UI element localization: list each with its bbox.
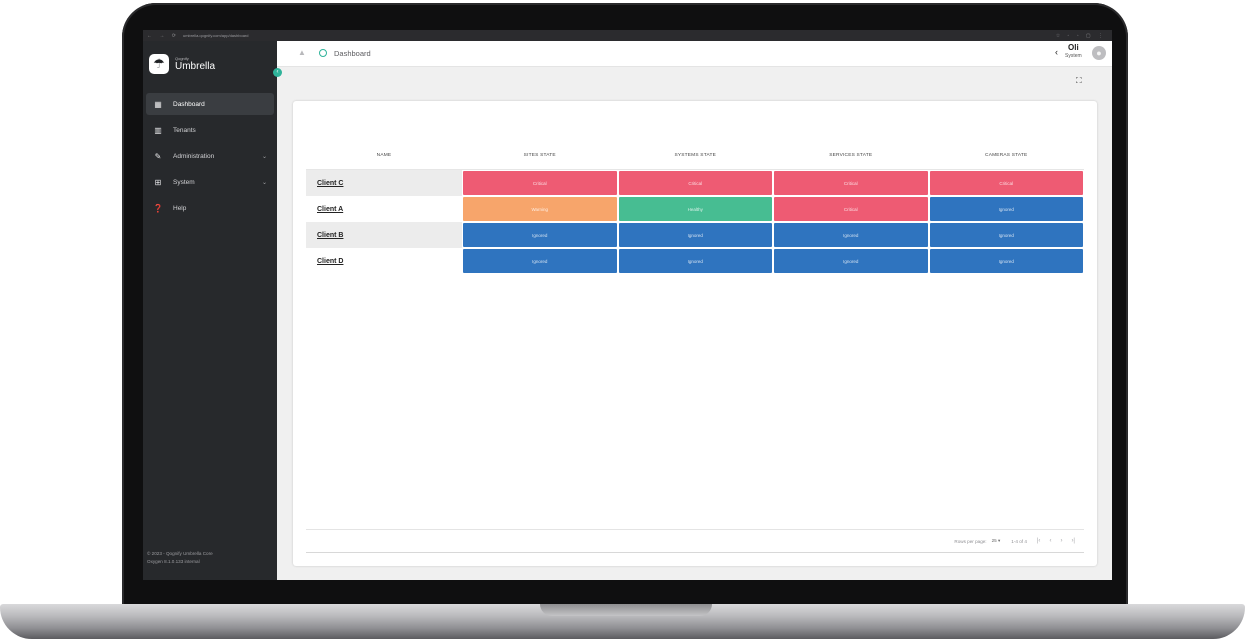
table-row[interactable]: Client B Ignored Ignored Ignored Ignored: [306, 222, 1084, 248]
brand-product: Umbrella: [175, 60, 216, 72]
sidebar-item-dashboard[interactable]: ▦ Dashboard: [146, 93, 274, 115]
browser-toolbar-icons[interactable]: ☆ ◦ ◦ ▢ ⋮: [1056, 33, 1106, 39]
sidebar-item-label: Administration: [173, 152, 215, 160]
wrench-icon: ✎: [154, 151, 162, 161]
sidebar-footer: © 2023 - Qognify Umbrella Core Oxygen 8.…: [147, 550, 213, 565]
building-icon: ▥: [154, 125, 162, 135]
sidebar-item-label: Tenants: [173, 126, 196, 134]
user-name: Oli: [1068, 43, 1079, 52]
sidebar-nav: ▦ Dashboard ▥ Tenants ✎ Administration ⌄…: [143, 93, 277, 223]
collapse-sidebar-button[interactable]: ‹: [273, 68, 282, 77]
sidebar-item-label: Dashboard: [173, 100, 205, 108]
status-badge[interactable]: Ignored: [929, 249, 1083, 273]
status-badge[interactable]: Healthy: [618, 197, 772, 221]
server-icon: ⊞: [154, 177, 162, 187]
status-table: NAME SITES STATE SYSTEMS STATE SERVICES …: [306, 141, 1084, 274]
page-title: Dashboard: [334, 49, 371, 58]
table-body: Client C Critical Critical Critical Critical…: [306, 170, 1084, 274]
status-badge[interactable]: Ignored: [618, 223, 772, 247]
client-name-link[interactable]: Client D: [306, 248, 462, 274]
rows-per-page-select[interactable]: 25 ▾: [992, 538, 1001, 544]
column-header-services-state[interactable]: SERVICES STATE: [773, 153, 929, 158]
sidebar-item-help[interactable]: ❓ Help: [146, 197, 274, 219]
umbrella-logo-icon: ☂: [149, 54, 169, 74]
table-row[interactable]: Client C Critical Critical Critical Critical: [306, 170, 1084, 196]
status-badge[interactable]: Critical: [774, 171, 928, 195]
loading-ring-icon: [319, 49, 327, 57]
user-info[interactable]: Oli System: [1065, 44, 1082, 59]
status-badge[interactable]: Ignored: [774, 249, 928, 273]
previous-page-icon[interactable]: ‹: [1049, 538, 1051, 544]
sidebar: ☂ Qognify Umbrella ▦ Dashboard ▥ Tenants…: [143, 41, 277, 580]
client-name-link[interactable]: Client B: [306, 222, 462, 248]
sidebar-item-administration[interactable]: ✎ Administration ⌄: [146, 145, 274, 167]
next-page-icon[interactable]: ›: [1060, 538, 1062, 544]
status-badge[interactable]: Critical: [618, 171, 772, 195]
table-row[interactable]: Client A Warning Healthy Critical Ignored: [306, 196, 1084, 222]
chevron-down-icon[interactable]: ⌄: [262, 179, 267, 186]
status-badge[interactable]: Ignored: [929, 197, 1083, 221]
browser-nav-buttons[interactable]: ← → ⟳: [147, 33, 179, 39]
brand-company: Qognify: [175, 55, 189, 61]
status-badge[interactable]: Ignored: [463, 223, 617, 247]
screen: ← → ⟳ umbrella.qognify.com/app/dashboard…: [143, 30, 1112, 580]
avatar[interactable]: ●: [1092, 46, 1106, 60]
sidebar-item-label: System: [173, 178, 195, 186]
sidebar-item-label: Help: [173, 204, 187, 212]
pagination-range: 1-4 of 4: [1011, 538, 1027, 544]
last-page-icon[interactable]: ›|: [1071, 538, 1075, 544]
version-text: Oxygen 8.1.0.133 internal: [147, 558, 200, 564]
column-header-cameras-state[interactable]: CAMERAS STATE: [929, 153, 1085, 158]
user-role: System: [1065, 53, 1082, 59]
chevron-down-icon[interactable]: ⌄: [262, 153, 267, 160]
copyright-text: © 2023 - Qognify Umbrella Core: [147, 551, 213, 556]
help-icon: ❓: [153, 203, 163, 213]
table-row[interactable]: Client D Ignored Ignored Ignored Ignored: [306, 248, 1084, 274]
column-header-sites-state[interactable]: SITES STATE: [462, 153, 618, 158]
column-header-systems-state[interactable]: SYSTEMS STATE: [618, 153, 774, 158]
dashboard-icon: ▦: [154, 99, 162, 109]
client-name-link[interactable]: Client C: [306, 170, 462, 196]
status-badge[interactable]: Ignored: [929, 223, 1083, 247]
status-badge[interactable]: Ignored: [463, 249, 617, 273]
rows-per-page-label: Rows per page:: [954, 538, 987, 544]
laptop-notch: [540, 604, 712, 616]
topbar: ▲ Dashboard ‹ Oli System ●: [277, 41, 1112, 67]
status-badge[interactable]: Critical: [463, 171, 617, 195]
chevron-left-icon[interactable]: ‹: [1055, 47, 1058, 57]
bell-icon[interactable]: ▲: [298, 48, 306, 57]
status-badge[interactable]: Ignored: [618, 249, 772, 273]
dashboard-card: NAME SITES STATE SYSTEMS STATE SERVICES …: [293, 101, 1097, 566]
client-name-link[interactable]: Client A: [306, 196, 462, 222]
first-page-icon[interactable]: |‹: [1037, 538, 1041, 544]
brand[interactable]: ☂ Qognify Umbrella: [149, 53, 215, 75]
sidebar-item-system[interactable]: ⊞ System ⌄: [146, 171, 274, 193]
status-badge[interactable]: Critical: [774, 197, 928, 221]
table-header: NAME SITES STATE SYSTEMS STATE SERVICES …: [306, 141, 1084, 170]
status-badge[interactable]: Warning: [463, 197, 617, 221]
browser-bar: ← → ⟳ umbrella.qognify.com/app/dashboard…: [143, 30, 1112, 41]
pagination: Rows per page: 25 ▾ 1-4 of 4 |‹ ‹ › ›|: [306, 529, 1084, 553]
browser-url[interactable]: umbrella.qognify.com/app/dashboard: [183, 33, 249, 38]
fullscreen-icon[interactable]: ⛶: [1076, 76, 1082, 86]
status-badge[interactable]: Ignored: [774, 223, 928, 247]
sidebar-item-tenants[interactable]: ▥ Tenants: [146, 119, 274, 141]
status-badge[interactable]: Critical: [929, 171, 1083, 195]
column-header-name[interactable]: NAME: [306, 153, 462, 158]
